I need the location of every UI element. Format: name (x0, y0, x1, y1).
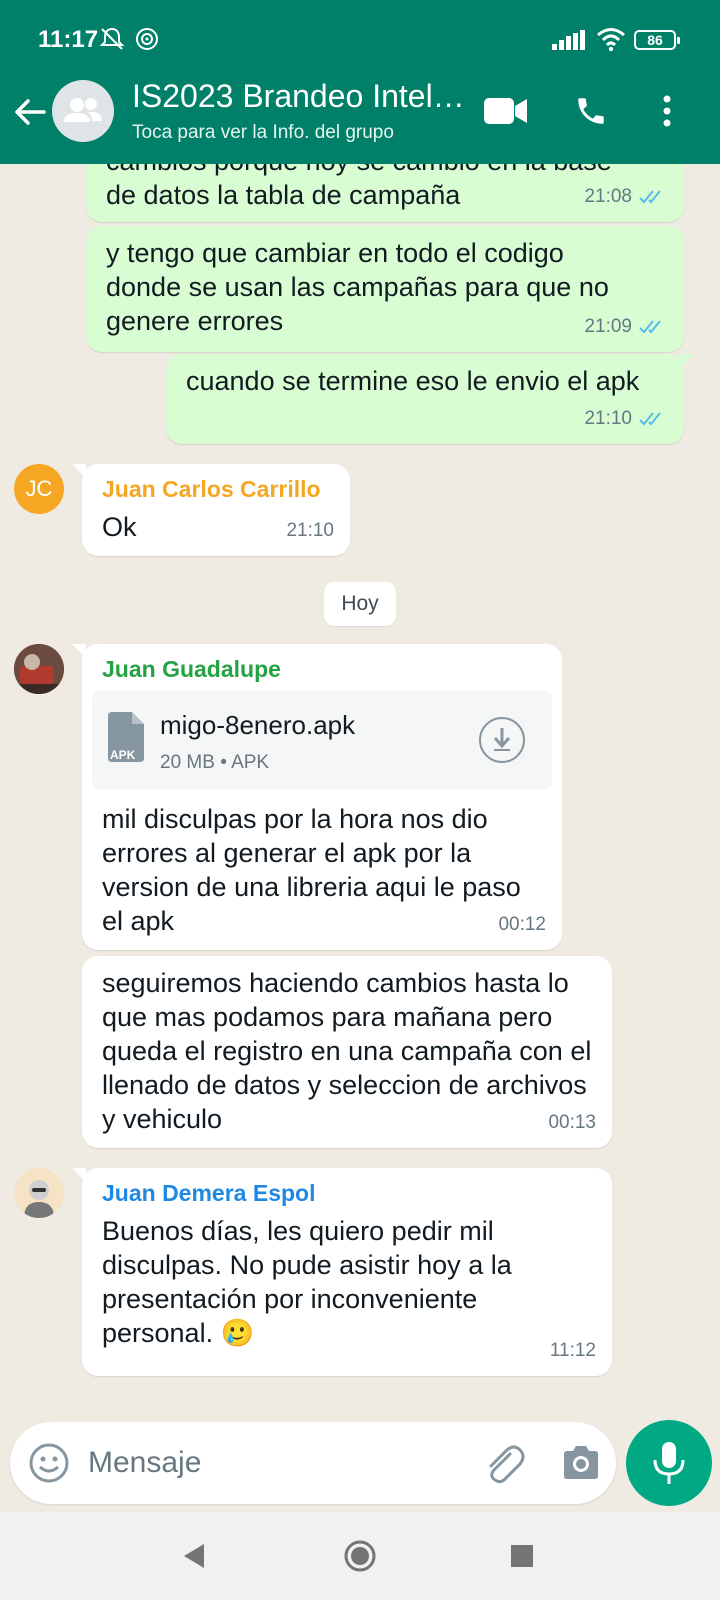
system-navigation-bar (0, 1512, 720, 1600)
mute-notifications-icon (99, 27, 125, 50)
group-avatar[interactable] (52, 80, 114, 142)
sender-avatar[interactable] (14, 1168, 64, 1218)
chat-messages[interactable]: cambios porque hoy se cambio en la base … (0, 164, 720, 1416)
camera-icon[interactable] (560, 1442, 602, 1484)
message-time: 00:12 (498, 914, 546, 935)
chat-subtitle[interactable]: Toca para ver la Info. del grupo (132, 122, 394, 144)
message-meta: 21:09 (584, 310, 668, 344)
outgoing-message[interactable]: y tengo que cambiar en todo el codigo do… (86, 226, 684, 352)
message-meta: 00:13 (548, 1106, 596, 1140)
chat-title[interactable]: IS2023 Brandeo Intel… (132, 78, 472, 115)
message-time: 00:13 (548, 1112, 596, 1133)
message-meta: 21:10 (286, 514, 334, 548)
message-time: 21:10 (584, 408, 632, 429)
document-type-label: APK (110, 748, 136, 762)
incoming-message[interactable]: Juan Guadalupe APK migo-8enero.apk 20 MB… (72, 644, 562, 950)
outgoing-message[interactable]: cuando se termine eso le envio el apk 21… (166, 354, 694, 444)
wifi-icon (597, 28, 625, 52)
message-meta: 21:08 (584, 180, 668, 214)
message-text: y tengo que cambiar en todo el codigo do… (106, 238, 609, 336)
group-avatar-icon (64, 98, 102, 122)
message-text-line: cambios porque hoy se cambio en la base (106, 164, 664, 178)
status-bar: 11:17 86 (0, 0, 720, 76)
sender-avatar[interactable]: JC (14, 464, 64, 514)
message-time: 21:10 (286, 520, 334, 541)
message-input[interactable] (88, 1440, 448, 1486)
message-composer (10, 1422, 616, 1504)
outgoing-message[interactable]: cambios porque hoy se cambio en la base … (86, 164, 684, 222)
profile-photo (14, 644, 64, 694)
emoji-icon[interactable] (28, 1442, 70, 1484)
sender-avatar[interactable] (14, 644, 64, 694)
sender-name[interactable]: Juan Guadalupe (92, 654, 552, 684)
incoming-message[interactable]: seguiremos haciendo cambios hasta lo que… (82, 956, 612, 1148)
day-separator: Hoy (324, 582, 396, 626)
message-text: cuando se termine eso le envio el apk (186, 366, 640, 396)
phone-icon[interactable] (574, 94, 608, 128)
download-icon[interactable] (478, 716, 526, 764)
nav-home-icon[interactable] (338, 1534, 382, 1578)
mic-button[interactable] (626, 1420, 712, 1506)
nav-recents-icon[interactable] (500, 1534, 544, 1578)
incoming-message[interactable]: Juan Carlos Carrillo Ok 21:10 (72, 464, 350, 556)
message-meta: 00:12 (498, 908, 546, 942)
profile-photo (14, 1168, 64, 1218)
sender-name[interactable]: Juan Demera Espol (102, 1178, 592, 1208)
nav-back-icon[interactable] (172, 1534, 216, 1578)
mic-icon (653, 1442, 685, 1484)
hotspot-icon (136, 28, 158, 50)
message-meta: 11:12 (550, 1334, 596, 1368)
message-meta: 21:10 (584, 402, 668, 436)
video-call-icon[interactable] (484, 94, 528, 128)
document-name: migo-8enero.apk (160, 710, 356, 740)
document-attachment[interactable]: APK migo-8enero.apk 20 MB • APK (92, 690, 552, 790)
incoming-message[interactable]: Juan Demera Espol Buenos días, les quier… (72, 1168, 612, 1376)
message-text: mil disculpas por la hora nos dio errore… (102, 804, 521, 936)
read-ticks-icon (639, 190, 661, 204)
signal-strength-icon (552, 30, 586, 50)
message-text: Buenos días, les quiero pedir mil discul… (102, 1216, 512, 1348)
status-time: 11:17 (38, 26, 99, 53)
read-ticks-icon (639, 412, 661, 426)
message-time: 21:09 (584, 316, 632, 337)
more-options-icon[interactable] (660, 94, 674, 128)
attach-icon[interactable] (480, 1440, 526, 1486)
read-ticks-icon (639, 320, 661, 334)
sender-name[interactable]: Juan Carlos Carrillo (102, 474, 330, 504)
message-time: 11:12 (549, 1340, 596, 1361)
back-arrow-icon[interactable] (10, 92, 50, 132)
message-text-line: de datos la tabla de campaña (106, 180, 461, 210)
message-time: 21:08 (584, 186, 632, 207)
message-text: seguiremos haciendo cambios hasta lo que… (102, 968, 592, 1134)
app-header: 11:17 86 IS2023 Brandeo Intel… Toca para… (0, 0, 720, 164)
document-meta: 20 MB • APK (160, 752, 270, 773)
battery-indicator: 86 (634, 30, 680, 50)
